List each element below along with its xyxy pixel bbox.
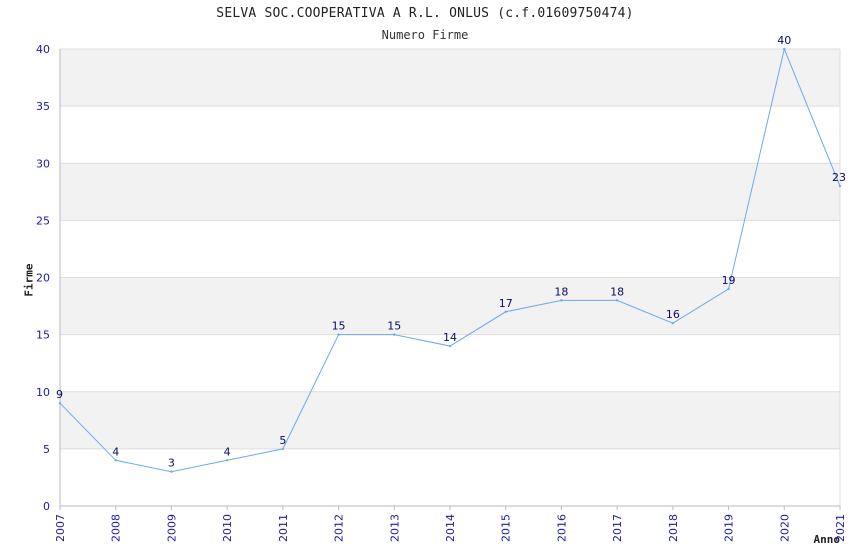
x-tick-label: 2021 (834, 514, 847, 542)
grid-band (60, 163, 840, 221)
y-tick-label: 20 (36, 272, 50, 285)
y-tick-label: 5 (43, 443, 50, 456)
x-tick-label: 2019 (723, 514, 736, 542)
data-label: 14 (443, 331, 457, 344)
data-label: 15 (332, 320, 346, 333)
grid-band (60, 391, 840, 449)
data-point (58, 401, 62, 405)
data-point (783, 47, 786, 51)
data-label: 9 (56, 388, 63, 401)
y-tick-label: 15 (36, 329, 50, 342)
x-tick-label: 2013 (388, 514, 401, 542)
y-tick-label: 30 (36, 157, 50, 170)
data-point (225, 459, 229, 462)
data-label: 3 (168, 457, 175, 470)
data-point (671, 322, 675, 325)
x-tick-label: 2018 (667, 514, 680, 542)
x-tick-label: 2016 (555, 514, 568, 542)
y-tick-label: 35 (36, 100, 50, 113)
data-label: 4 (112, 445, 119, 458)
data-point (838, 184, 842, 188)
x-tick-label: 2009 (165, 514, 178, 542)
y-tick-label: 40 (36, 43, 50, 56)
data-point (615, 299, 619, 302)
data-label: 18 (554, 285, 568, 298)
x-tick-label: 2014 (444, 514, 457, 542)
x-tick-label: 2011 (277, 514, 290, 542)
x-tick-label: 2007 (54, 514, 67, 542)
x-tick-label: 2017 (611, 514, 624, 542)
data-label: 5 (279, 434, 286, 447)
data-label: 15 (387, 320, 401, 333)
data-point (114, 459, 117, 462)
data-point (337, 333, 340, 336)
data-point (170, 470, 173, 473)
data-label: 17 (499, 297, 513, 310)
data-point (504, 310, 507, 313)
data-label: 40 (777, 34, 791, 47)
data-label: 18 (610, 285, 624, 298)
x-tick-label: 2008 (110, 514, 123, 542)
data-label: 4 (224, 445, 231, 458)
y-tick-label: 10 (36, 386, 50, 399)
data-point (560, 299, 563, 302)
grid-band (60, 49, 840, 107)
x-tick-label: 2020 (778, 514, 791, 542)
data-point (393, 333, 396, 336)
line-chart: 05101520253035402007 2008 2009 2010 2011 2012… (36, 34, 847, 542)
data-label: 23 (832, 171, 846, 184)
data-point (281, 447, 285, 451)
x-tick-label: 2015 (500, 514, 513, 542)
data-point (448, 344, 452, 348)
data-point (727, 287, 730, 291)
y-tick-label: 25 (36, 214, 50, 227)
data-label: 16 (666, 308, 680, 321)
x-tick-label: 2010 (221, 514, 234, 542)
x-tick-label: 2012 (333, 514, 346, 542)
y-tick-label: 0 (43, 500, 50, 513)
data-label: 19 (722, 274, 736, 287)
